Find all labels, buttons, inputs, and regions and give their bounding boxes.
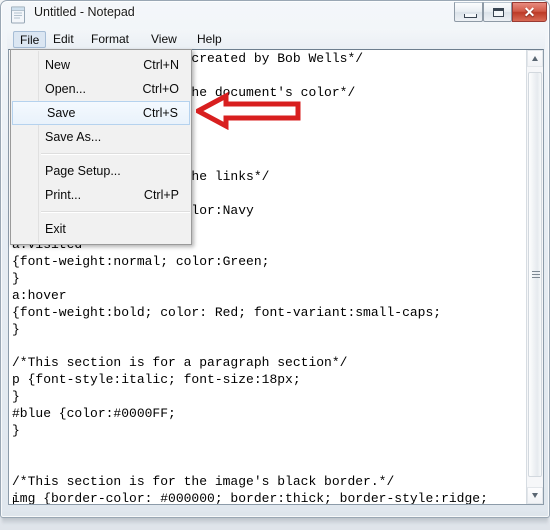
menu-option-print-shortcut: Ctrl+P <box>143 188 179 202</box>
scroll-down-button[interactable] <box>527 487 543 504</box>
file-dropdown-menu: New Ctrl+N Open... Ctrl+O Save Ctrl+S Sa… <box>10 49 192 245</box>
notepad-icon <box>11 6 25 24</box>
menu-option-print-label: Print... <box>45 188 82 202</box>
menu-option-print[interactable]: Print... Ctrl+P <box>11 183 191 207</box>
menu-option-save[interactable]: Save Ctrl+S <box>12 101 190 125</box>
menu-option-new-shortcut: Ctrl+N <box>143 58 179 72</box>
scrollbar-grip-icon <box>532 271 540 278</box>
title-bar[interactable]: Untitled - Notepad ✕ <box>1 1 549 29</box>
menu-option-open-label: Open... <box>45 82 86 96</box>
notepad-window: Untitled - Notepad ✕ File Edit Format Vi… <box>0 0 550 518</box>
vertical-scrollbar[interactable] <box>526 50 543 504</box>
scroll-up-button[interactable] <box>527 50 543 67</box>
menu-separator-1 <box>41 153 190 155</box>
maximize-button[interactable] <box>483 2 512 22</box>
menu-option-open-shortcut: Ctrl+O <box>142 82 179 96</box>
menu-option-save-as[interactable]: Save As... <box>11 125 191 149</box>
menu-separator-2 <box>41 211 190 213</box>
menu-item-file[interactable]: File <box>13 31 47 48</box>
menu-item-edit[interactable]: Edit <box>47 31 80 48</box>
menu-bar: File Edit Format View Help <box>7 29 545 50</box>
menu-option-exit-label: Exit <box>45 222 66 236</box>
scroll-up-arrow-icon <box>532 56 538 61</box>
menu-option-save-shortcut: Ctrl+S <box>142 106 178 120</box>
menu-option-open[interactable]: Open... Ctrl+O <box>11 77 191 101</box>
scrollbar-thumb[interactable] <box>528 72 542 477</box>
text-caret <box>13 497 14 504</box>
menu-item-view[interactable]: View <box>145 31 183 48</box>
menu-option-page-setup[interactable]: Page Setup... <box>11 159 191 183</box>
menu-item-help[interactable]: Help <box>191 31 228 48</box>
menu-option-save-as-label: Save As... <box>45 130 102 144</box>
menu-item-format[interactable]: Format <box>85 31 135 48</box>
menu-option-exit[interactable]: Exit <box>11 217 191 241</box>
menu-option-new[interactable]: New Ctrl+N <box>11 53 191 77</box>
maximize-icon <box>493 8 504 17</box>
close-button[interactable]: ✕ <box>512 2 547 22</box>
window-title: Untitled - Notepad <box>34 5 135 19</box>
minimize-button[interactable] <box>454 2 483 22</box>
minimize-icon <box>464 14 477 18</box>
close-icon: ✕ <box>523 4 536 20</box>
menu-option-save-label: Save <box>47 106 76 120</box>
menu-option-new-label: New <box>45 58 71 72</box>
scroll-down-arrow-icon <box>532 493 538 498</box>
menu-option-page-setup-label: Page Setup... <box>45 164 121 178</box>
